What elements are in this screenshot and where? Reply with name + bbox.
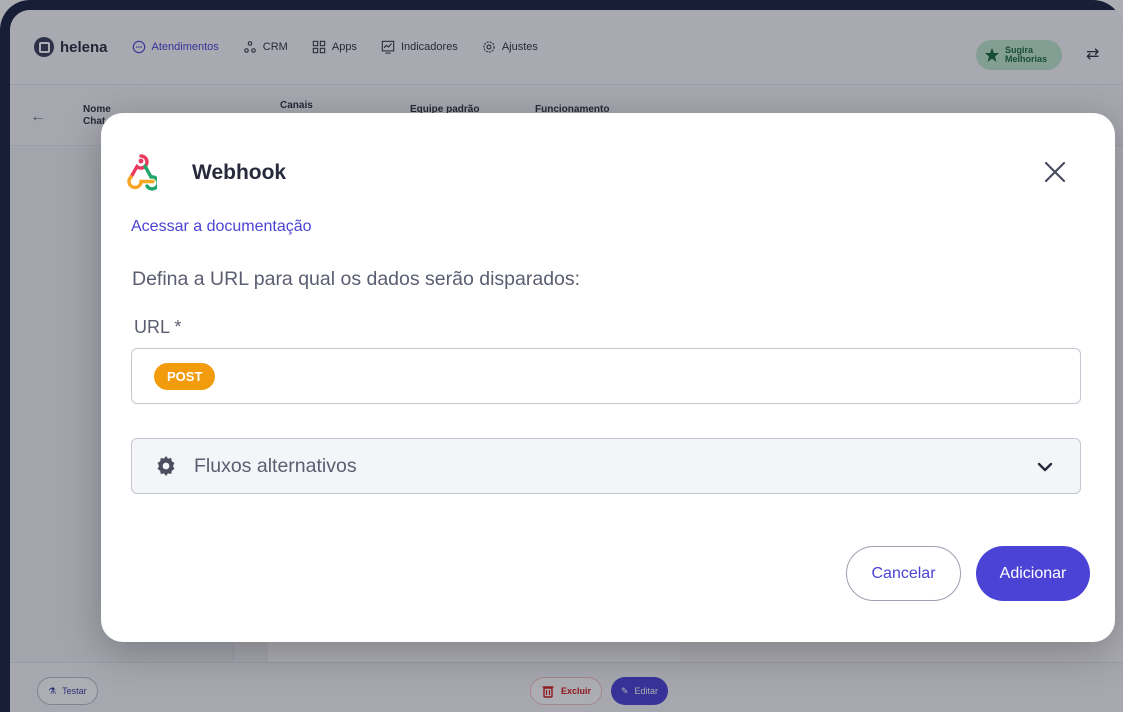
chevron-down-icon — [1037, 462, 1053, 472]
modal-title: Webhook — [192, 161, 287, 184]
url-input[interactable] — [227, 367, 1080, 385]
cancel-button[interactable]: Cancelar — [846, 546, 961, 601]
alternative-flows-accordion[interactable]: Fluxos alternativos — [131, 438, 1081, 494]
url-field[interactable]: POST — [131, 348, 1081, 404]
accordion-label: Fluxos alternativos — [194, 454, 357, 477]
instructions-text: Defina a URL para qual os dados serão di… — [132, 268, 581, 290]
add-button[interactable]: Adicionar — [976, 546, 1090, 601]
url-label: URL * — [134, 317, 182, 337]
close-icon[interactable] — [1042, 159, 1068, 185]
webhook-icon — [127, 154, 157, 191]
gear-icon — [157, 456, 175, 476]
webhook-modal: Webhook Acessar a documentação Defina a … — [101, 113, 1115, 642]
http-method-badge[interactable]: POST — [154, 362, 216, 390]
documentation-link[interactable]: Acessar a documentação — [131, 218, 312, 236]
